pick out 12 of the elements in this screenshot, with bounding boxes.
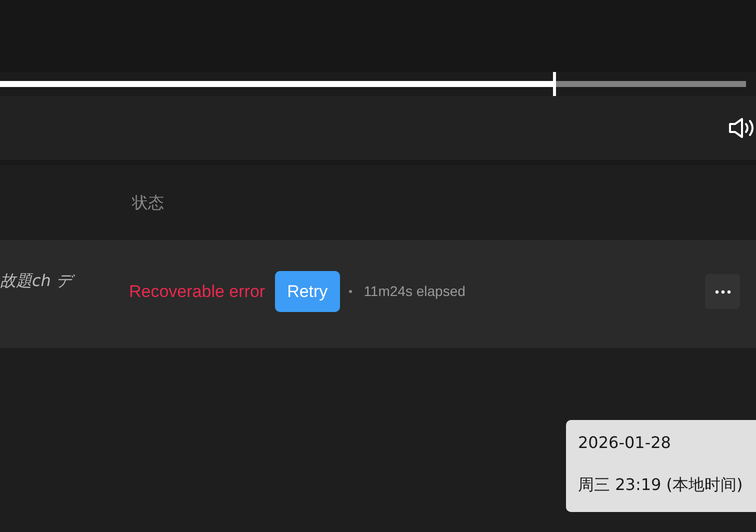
more-button[interactable] <box>705 274 740 309</box>
progress-track[interactable] <box>0 81 746 87</box>
tooltip-text: 周三 23:19 (本地时间) <box>578 474 744 496</box>
more-icon <box>714 290 730 294</box>
status-text: Recoverable error <box>129 280 266 303</box>
retry-button[interactable]: Retry <box>275 271 340 312</box>
column-header: 状态 <box>132 192 164 214</box>
elapsed-time: 11m24s elapsed <box>364 282 466 301</box>
volume-icon[interactable] <box>728 116 754 140</box>
row-title: 故題ch デ <box>0 269 72 293</box>
progress-handle[interactable] <box>553 72 556 96</box>
tooltip-text: 2026-01-28 <box>578 432 672 454</box>
